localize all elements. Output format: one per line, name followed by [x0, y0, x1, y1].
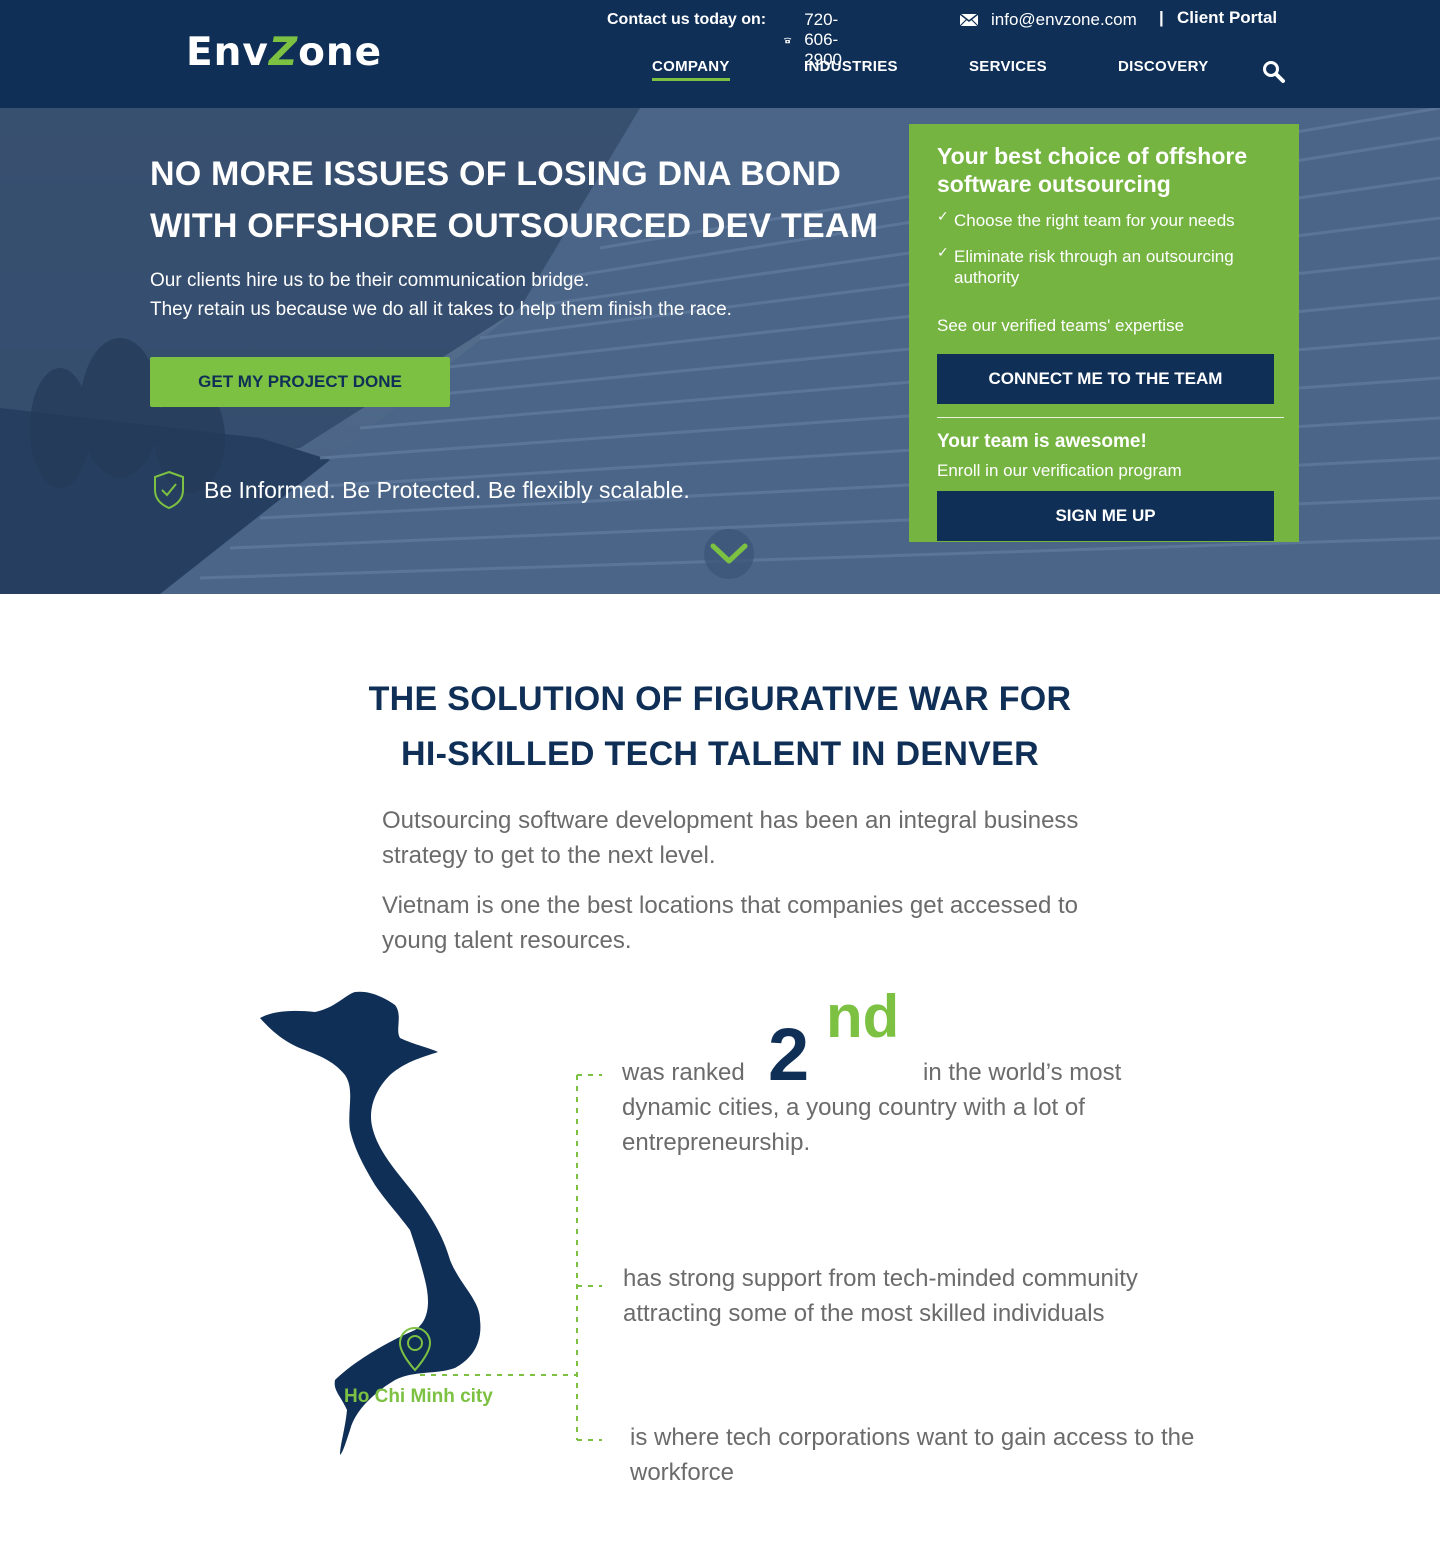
- card-verified-text: See our verified teams' expertise: [937, 316, 1185, 335]
- nav-industries[interactable]: INDUSTRIES: [804, 58, 898, 75]
- search-icon[interactable]: [1262, 60, 1286, 84]
- contact-label: Contact us today on:: [607, 11, 767, 28]
- map-pin-icon: [398, 1326, 432, 1372]
- hero-subtitle-line2: They retain us because we do all it take…: [150, 299, 732, 320]
- shield-check-icon: [154, 470, 184, 510]
- map-label-ho-chi-minh: Ho Chi Minh city: [344, 1386, 493, 1407]
- hero-title: NO MORE ISSUES OF LOSING DNA BOND WITH O…: [150, 148, 890, 252]
- hero-title-line1: NO MORE ISSUES OF LOSING DNA BOND: [150, 155, 842, 193]
- scroll-down-button[interactable]: [704, 529, 754, 579]
- fact1-lead: was ranked: [622, 1059, 745, 1086]
- card-title: Your best choice of offshore software ou…: [937, 143, 1248, 197]
- card-enroll-text: Enroll in our verification program: [937, 461, 1182, 480]
- card-awesome-heading: Your team is awesome!: [937, 431, 1147, 452]
- solution-title-line1: THE SOLUTION OF FIGURATIVE WAR FOR: [368, 680, 1072, 718]
- rank-suffix: nd: [826, 983, 900, 1050]
- fact1-rest: dynamic cities, a young country with a l…: [622, 1094, 1085, 1156]
- site-header: EnvZone Contact us today on: 720-606-290…: [0, 0, 1440, 108]
- check-icon: ✓: [937, 208, 949, 224]
- nav-company[interactable]: COMPANY: [652, 58, 730, 81]
- main-nav: COMPANY INDUSTRIES SERVICES DISCOVERY: [0, 58, 1440, 82]
- solution-title: THE SOLUTION OF FIGURATIVE WAR FOR HI-SK…: [0, 672, 1440, 782]
- card-check-text: Eliminate risk through an outsourcing au…: [954, 247, 1234, 287]
- hero-subtitle: Our clients hire us to be their communic…: [150, 266, 732, 324]
- sign-me-up-button[interactable]: SIGN ME UP: [937, 491, 1274, 541]
- contact-bar: Contact us today on: 720-606-2900 info@e…: [607, 8, 1277, 69]
- card-check-item: ✓ Choose the right team for your needs: [937, 208, 1235, 231]
- card-divider: [937, 417, 1284, 418]
- hero-subtitle-line1: Our clients hire us to be their communic…: [150, 270, 590, 291]
- rank-number: 2: [768, 1013, 810, 1096]
- email-link[interactable]: info@envzone.com: [959, 10, 1137, 30]
- solution-paragraph: Vietnam is one the best locations that c…: [382, 892, 1078, 954]
- outsourcing-card: Your best choice of offshore software ou…: [909, 124, 1299, 542]
- chevron-down-icon: [710, 543, 748, 564]
- fact-text: is where tech corporations want to gain …: [630, 1424, 1195, 1486]
- client-portal-link[interactable]: Client Portal: [1177, 8, 1277, 28]
- hero-section: NO MORE ISSUES OF LOSING DNA BOND WITH O…: [0, 108, 1440, 594]
- card-check-item: ✓ Eliminate risk through an outsourcing …: [937, 244, 1287, 288]
- check-icon: ✓: [937, 244, 949, 260]
- solution-paragraph: Outsourcing software development has bee…: [382, 807, 1079, 869]
- hero-title-line2: WITH OFFSHORE OUTSOURCED DEV TEAM: [150, 207, 879, 245]
- card-check-text: Choose the right team for your needs: [954, 211, 1235, 230]
- email-address: info@envzone.com: [991, 10, 1137, 29]
- hero-tagline: Be Informed. Be Protected. Be flexibly s…: [152, 470, 690, 510]
- connect-me-to-the-team-button[interactable]: CONNECT ME TO THE TEAM: [937, 354, 1274, 404]
- contact-separator: |: [1159, 8, 1164, 27]
- fact1-tail: in the world’s most: [923, 1059, 1122, 1086]
- nav-services[interactable]: SERVICES: [969, 58, 1047, 75]
- fact-text: has strong support from tech-minded comm…: [623, 1265, 1138, 1327]
- phone-icon: [783, 37, 792, 44]
- solution-title-line2: HI-SKILLED TECH TALENT IN DENVER: [401, 735, 1039, 773]
- nav-discovery[interactable]: DISCOVERY: [1118, 58, 1209, 75]
- hero-tagline-text: Be Informed. Be Protected. Be flexibly s…: [204, 476, 690, 503]
- mail-icon: [959, 13, 979, 27]
- get-my-project-done-button[interactable]: GET MY PROJECT DONE: [150, 357, 450, 407]
